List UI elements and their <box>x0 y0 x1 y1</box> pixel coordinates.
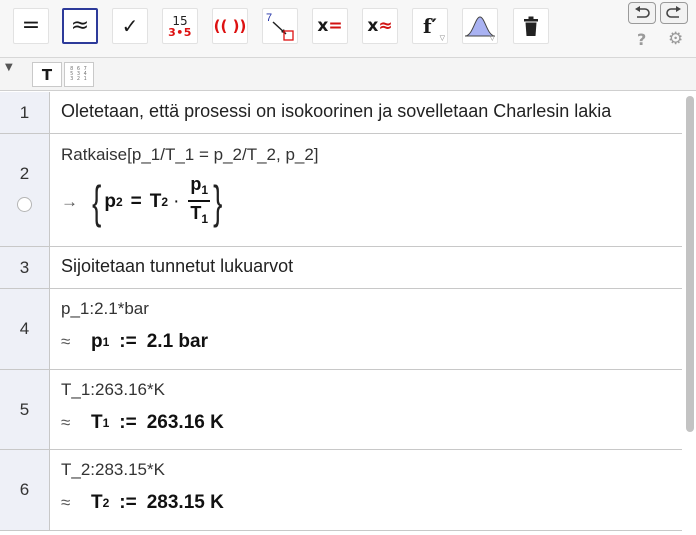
parentheses-icon: (( )) <box>213 16 247 35</box>
approx-marker-icon: ≈ <box>61 332 71 351</box>
text-style-button[interactable]: T <box>32 62 62 87</box>
fraction: p1 T1 <box>188 174 211 230</box>
evaluate-tool-button[interactable]: = <box>13 8 49 44</box>
text-cell[interactable]: Oletetaan, että prosessi on isokoorinen … <box>61 101 674 122</box>
assign-operator: := <box>119 412 137 433</box>
input-line[interactable]: T_1:263.16*K <box>61 380 674 400</box>
cas-row[interactable]: 5 T_1:263.16*K ≈ T1 := 263.16 K <box>0 370 682 450</box>
solve-tool-button[interactable]: x= <box>312 8 348 44</box>
approx-marker-icon: ≈ <box>61 413 71 432</box>
numerator-subscript: 1 <box>201 183 209 197</box>
text-cell[interactable]: Sijoitetaan tunnetut lukuarvot <box>61 256 674 277</box>
visibility-toggle[interactable] <box>17 197 32 212</box>
lhs-variable: p <box>104 191 116 212</box>
cas-cell[interactable]: T_2:283.15*K ≈ T2 := 283.15 K <box>61 460 674 514</box>
assigned-value: 283.15 K <box>146 492 224 513</box>
cas-row[interactable]: 6 T_2:283.15*K ≈ T2 := 283.15 K <box>0 450 682 531</box>
solve-numerically-icon: x≈ <box>367 15 393 36</box>
row-number[interactable]: 3 <box>0 247 50 288</box>
gear-icon[interactable]: ⚙ <box>668 31 683 48</box>
submenu-triangle-icon: ▽ <box>439 34 445 42</box>
output-line: ≈ T2 := 283.15 K <box>61 492 674 514</box>
input-line[interactable]: T_2:283.15*K <box>61 460 674 480</box>
substitute-tool-button[interactable]: 7 <box>262 8 298 44</box>
redo-button[interactable] <box>660 2 688 24</box>
derivative-icon: f′ <box>423 14 437 38</box>
solve-numerically-tool-button[interactable]: x≈ <box>362 8 398 44</box>
output-line: → { p2 = T2 · p1 T1 } <box>61 174 674 230</box>
close-brace: } <box>213 176 223 228</box>
help-button[interactable]: ? <box>637 32 646 48</box>
input-line[interactable]: p_1:2.1*bar <box>61 299 674 319</box>
input-line[interactable]: Ratkaise[p_1/T_1 = p_2/T_2, p_2] <box>61 145 674 165</box>
cas-cell[interactable]: Ratkaise[p_1/T_1 = p_2/T_2, p_2] → { p2 … <box>61 145 674 230</box>
approx-marker-icon: ≈ <box>61 493 71 512</box>
substitute-seven: 7 <box>266 12 272 24</box>
variable-subscript: 1 <box>102 416 110 430</box>
assigned-variable: p <box>91 331 103 352</box>
cas-cell[interactable]: Sijoitetaan tunnetut lukuarvot <box>61 256 674 277</box>
assign-operator: := <box>119 331 137 352</box>
cas-row[interactable]: 2 Ratkaise[p_1/T_1 = p_2/T_2, p_2] → { p… <box>0 134 682 247</box>
solve-icon: x= <box>317 15 343 36</box>
keep-input-tool-button[interactable]: ✓ <box>112 8 148 44</box>
scrollbar-thumb[interactable] <box>686 96 694 432</box>
cas-row[interactable]: 4 p_1:2.1*bar ≈ p1 := 2.1 bar <box>0 289 682 370</box>
assigned-value: 2.1 bar <box>146 331 208 352</box>
substitute-icon: 7 <box>266 12 294 41</box>
submenu-triangle-icon: ▽ <box>489 34 495 42</box>
assigned-variable: T <box>91 412 103 433</box>
expand-tool-button[interactable]: (( )) <box>212 8 248 44</box>
checkmark-icon: ✓ <box>121 14 139 38</box>
variable-subscript: 1 <box>102 335 110 349</box>
lhs-subscript: 2 <box>115 195 123 209</box>
equals-icon: = <box>21 13 41 38</box>
t-subscript: 2 <box>161 195 169 209</box>
numerator-variable: p <box>190 174 202 194</box>
numeric-tool-button[interactable]: ≈ <box>62 8 98 44</box>
cas-row[interactable]: 1 Oletetaan, että prosessi on isokoorine… <box>0 92 682 134</box>
row-number[interactable]: 5 <box>0 370 50 449</box>
cas-cell[interactable]: T_1:263.16*K ≈ T1 := 263.16 K <box>61 380 674 434</box>
row-number[interactable]: 1 <box>0 92 50 133</box>
table-view-button[interactable]: 8 6 7 5 3 4 3 2 1 <box>64 62 94 87</box>
derivative-tool-button[interactable]: f′ ▽ <box>412 8 448 44</box>
factor-tool-button[interactable]: 15 3•5 <box>162 8 198 44</box>
output-arrow-icon: → <box>61 192 78 211</box>
cas-cell[interactable]: p_1:2.1*bar ≈ p1 := 2.1 bar <box>61 299 674 353</box>
t-variable: T <box>149 191 162 212</box>
delete-tool-button[interactable] <box>513 8 549 44</box>
assign-operator: := <box>119 492 137 513</box>
style-bar: ▼ T 8 6 7 5 3 4 3 2 1 <box>0 58 696 91</box>
vertical-scrollbar[interactable] <box>684 92 696 535</box>
row-number[interactable]: 4 <box>0 289 50 369</box>
open-brace: { <box>92 176 102 228</box>
factor-icon: 15 3•5 <box>168 13 192 39</box>
text-T-icon: T <box>41 65 53 84</box>
approx-icon: ≈ <box>70 13 90 38</box>
denominator-subscript: 1 <box>201 212 209 226</box>
collapse-triangle-icon[interactable]: ▼ <box>5 62 13 73</box>
row-number[interactable]: 6 <box>0 450 50 530</box>
cas-view: 1 Oletetaan, että prosessi on isokoorine… <box>0 92 696 535</box>
toolbar: = ≈ ✓ 15 3•5 (( )) 7 x= x≈ f′ ▽ ▽ ? ⚙ <box>0 0 696 58</box>
trash-icon <box>524 16 538 36</box>
assigned-variable: T <box>91 492 103 513</box>
multiply-dot: · <box>173 191 180 212</box>
probability-tool-button[interactable]: ▽ <box>462 8 498 44</box>
undo-button[interactable] <box>628 2 656 24</box>
variable-subscript: 2 <box>102 496 110 510</box>
equals-sign: = <box>130 191 142 212</box>
cas-cell[interactable]: Oletetaan, että prosessi on isokoorinen … <box>61 101 674 122</box>
cas-row[interactable]: 3 Sijoitetaan tunnetut lukuarvot <box>0 247 682 289</box>
output-line: ≈ p1 := 2.1 bar <box>61 331 674 353</box>
redo-icon <box>666 6 681 18</box>
undo-icon <box>635 6 650 18</box>
row-number[interactable]: 2 <box>0 134 50 246</box>
assigned-value: 263.16 K <box>146 412 224 433</box>
denominator-variable: T <box>190 203 202 223</box>
output-line: ≈ T1 := 263.16 K <box>61 412 674 434</box>
